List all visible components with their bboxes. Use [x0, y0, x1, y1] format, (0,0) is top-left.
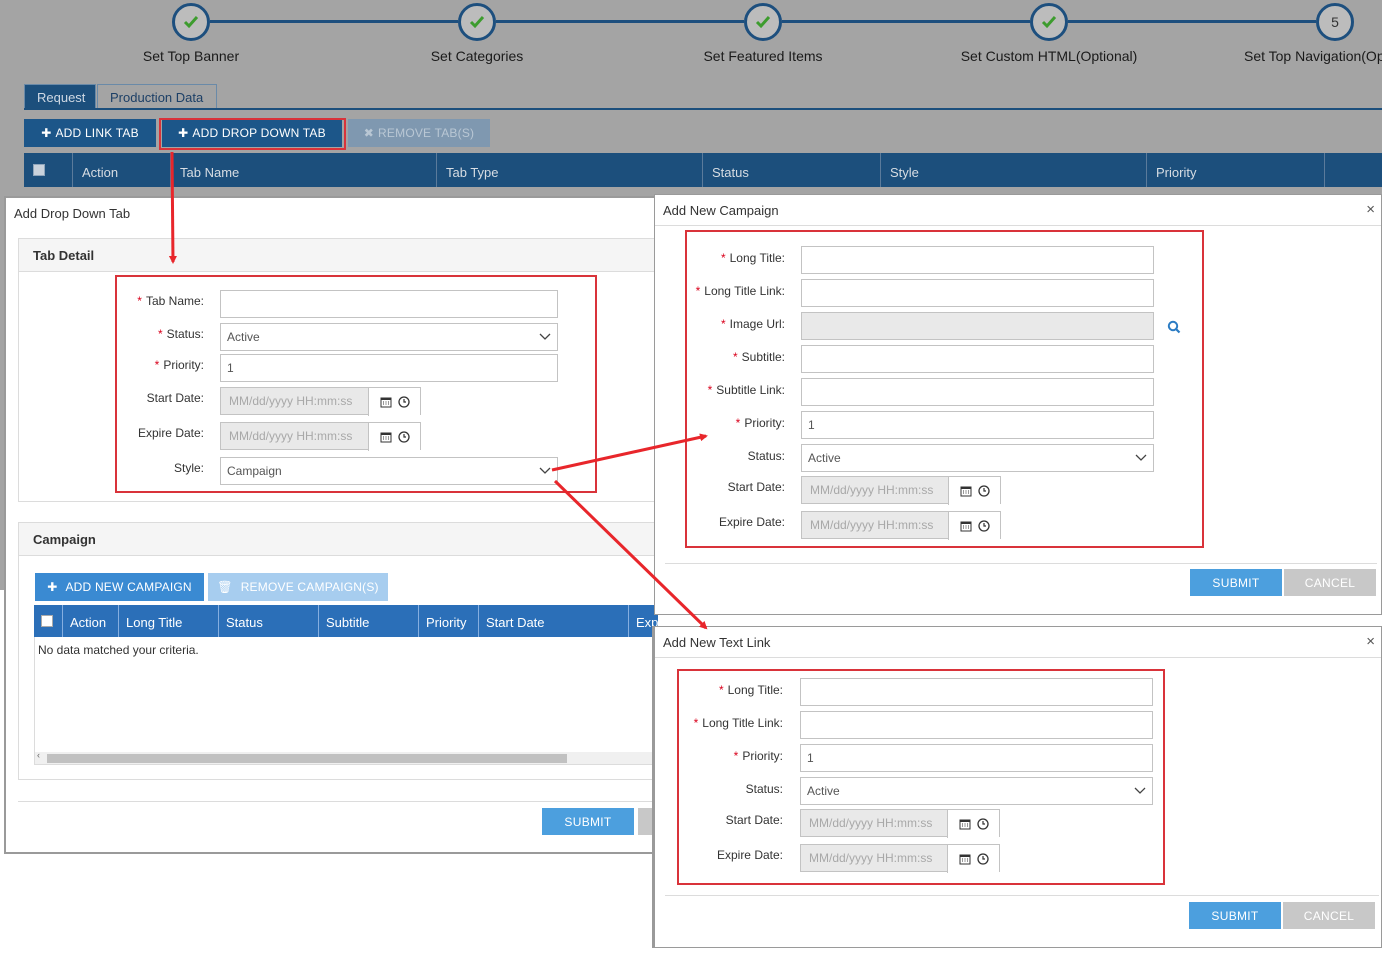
divider — [18, 801, 658, 802]
col-sep — [62, 605, 63, 637]
wizard-step-label: Set Custom HTML(Optional) — [960, 48, 1138, 64]
plus-icon: ✚ — [47, 580, 58, 594]
col-sep — [418, 605, 419, 637]
wizard-connector — [496, 20, 744, 23]
cancel-button[interactable]: CANCEL — [1284, 569, 1376, 596]
tab-production-data[interactable]: Production Data — [97, 84, 217, 110]
wizard-step-label: Set Featured Items — [703, 48, 823, 64]
trash-icon: 🗑 — [217, 580, 233, 594]
col-header[interactable]: Status — [712, 165, 749, 180]
remove-tabs-button[interactable]: ✖ REMOVE TAB(S) — [348, 119, 490, 147]
add-new-text-link-dialog: Add New Text Link × * Long Title: * Long T… — [652, 626, 1382, 948]
col-header[interactable]: Start Date — [486, 615, 545, 630]
wizard-step-2-check-icon[interactable] — [458, 3, 496, 41]
add-new-campaign-button[interactable]: ✚ ADD NEW CAMPAIGN — [35, 573, 204, 601]
select-all-checkbox[interactable] — [41, 615, 53, 627]
wizard-step-3-check-icon[interactable] — [744, 3, 782, 41]
tab-request[interactable]: Request — [24, 84, 96, 110]
x-icon: ✖ — [363, 126, 375, 140]
select-all-checkbox[interactable] — [33, 164, 45, 176]
wizard-connector — [1068, 20, 1316, 23]
campaign-table-header: Action Long Title Status Subtitle Priori… — [34, 605, 693, 637]
close-icon[interactable]: × — [1366, 201, 1375, 218]
plus-icon: ✚ — [41, 126, 52, 140]
tab-underline — [24, 108, 1382, 110]
add-link-tab-label: ADD LINK TAB — [55, 126, 139, 140]
col-header[interactable]: Tab Type — [446, 165, 499, 180]
wizard-connector — [782, 20, 1030, 23]
submit-button[interactable]: SUBMIT — [1190, 569, 1282, 596]
highlight-box — [685, 230, 1204, 548]
col-sep — [170, 153, 171, 187]
wizard-step-1-check-icon[interactable] — [172, 3, 210, 41]
dialog-title: Add New Text Link — [655, 627, 1381, 658]
tab-detail-header: Tab Detail — [18, 238, 658, 272]
col-header[interactable]: Tab Name — [180, 165, 239, 180]
col-sep — [1146, 153, 1147, 187]
col-header[interactable]: Status — [226, 615, 263, 630]
empty-table-message: No data matched your criteria. — [38, 643, 199, 657]
col-header[interactable]: Subtitle — [326, 615, 369, 630]
add-new-campaign-dialog: Add New Campaign × * Long Title: * Long Ti… — [654, 194, 1382, 615]
submit-button[interactable]: SUBMIT — [542, 808, 634, 835]
chevron-left-icon[interactable]: ‹ — [37, 750, 40, 760]
submit-button[interactable]: SUBMIT — [1189, 902, 1281, 929]
horizontal-scrollbar[interactable]: ‹ — [35, 750, 658, 764]
col-sep — [318, 605, 319, 637]
highlight-box — [115, 275, 597, 493]
col-header[interactable]: Action — [70, 615, 106, 630]
col-sep — [436, 153, 437, 187]
scrollbar-thumb[interactable] — [47, 754, 567, 763]
col-sep — [628, 605, 629, 637]
wizard-step-label: Set Categories — [430, 48, 524, 64]
col-header[interactable]: Action — [82, 165, 118, 180]
col-sep — [218, 605, 219, 637]
highlight-box — [159, 118, 346, 150]
highlight-box — [677, 669, 1165, 885]
wizard-step-label: Set Top Banner — [142, 48, 240, 64]
add-drop-down-tab-dialog: Add Drop Down Tab Tab Detail * Tab Name: … — [4, 196, 693, 854]
remove-tabs-label: REMOVE TAB(S) — [378, 126, 475, 140]
col-sep — [478, 605, 479, 637]
wizard-step-5-number[interactable]: 5 — [1316, 3, 1354, 41]
cancel-button[interactable]: CANCEL — [1283, 902, 1375, 929]
col-header[interactable]: Long Title — [126, 615, 182, 630]
divider — [665, 895, 1379, 896]
campaign-header: Campaign — [18, 522, 658, 556]
wizard-step-4-check-icon[interactable] — [1030, 3, 1068, 41]
dialog-title: Add Drop Down Tab — [14, 206, 131, 221]
col-header[interactable]: Priority — [426, 615, 466, 630]
dialog-title: Add New Campaign — [655, 195, 1381, 226]
wizard-connector — [210, 20, 458, 23]
remove-campaigns-label: REMOVE CAMPAIGN(S) — [240, 580, 379, 594]
col-header[interactable]: Priority — [1156, 165, 1196, 180]
wizard-step-label: Set Top Navigation(Op — [1244, 48, 1382, 64]
col-header[interactable]: Style — [890, 165, 919, 180]
divider — [665, 563, 1377, 564]
tabs-table-header: Action Tab Name Tab Type Status Style Pr… — [24, 153, 1382, 187]
col-sep — [1324, 153, 1325, 187]
col-sep — [702, 153, 703, 187]
add-new-campaign-label: ADD NEW CAMPAIGN — [65, 580, 192, 594]
close-icon[interactable]: × — [1366, 633, 1375, 650]
col-sep — [118, 605, 119, 637]
col-sep — [72, 153, 73, 187]
col-sep — [880, 153, 881, 187]
add-link-tab-button[interactable]: ✚ ADD LINK TAB — [24, 119, 156, 147]
remove-campaigns-button[interactable]: 🗑 REMOVE CAMPAIGN(S) — [208, 573, 388, 601]
